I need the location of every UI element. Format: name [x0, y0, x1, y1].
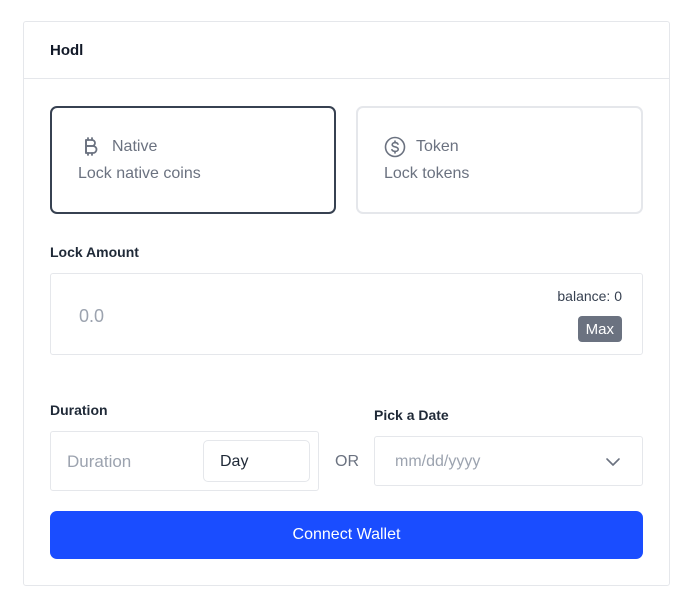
native-option-description: Lock native coins	[78, 165, 201, 182]
token-option-description: Lock tokens	[384, 165, 470, 182]
duration-field: Day	[50, 431, 319, 491]
native-option-label: Native	[112, 138, 158, 155]
token-option-label: Token	[416, 138, 459, 155]
dollar-coin-icon	[384, 136, 406, 158]
balance-text: balance: 0	[557, 288, 622, 304]
card-header: Hodl	[24, 22, 669, 79]
lock-amount-field: balance: 0 Max	[50, 273, 643, 355]
lock-amount-input[interactable]	[79, 302, 379, 330]
hodl-card: Hodl Native Lock native coins Token Lock…	[23, 21, 670, 586]
duration-unit-select[interactable]: Day	[203, 440, 310, 482]
chevron-down-icon	[604, 453, 622, 471]
pick-date-label: Pick a Date	[374, 407, 449, 423]
lock-amount-label: Lock Amount	[50, 244, 139, 260]
date-picker-field[interactable]: mm/dd/yyyy	[374, 436, 643, 486]
or-separator: OR	[335, 453, 359, 470]
card-title: Hodl	[50, 42, 84, 59]
bitcoin-icon	[80, 136, 102, 158]
date-placeholder: mm/dd/yyyy	[395, 453, 481, 470]
connect-wallet-button[interactable]: Connect Wallet	[50, 511, 643, 559]
duration-label: Duration	[50, 402, 108, 418]
lock-type-native-option[interactable]: Native Lock native coins	[50, 106, 336, 214]
lock-type-token-row: Token	[384, 136, 459, 158]
duration-input[interactable]	[67, 448, 197, 476]
lock-type-native-row: Native	[80, 136, 157, 158]
lock-type-token-option[interactable]: Token Lock tokens	[356, 106, 643, 214]
max-button[interactable]: Max	[577, 316, 622, 342]
